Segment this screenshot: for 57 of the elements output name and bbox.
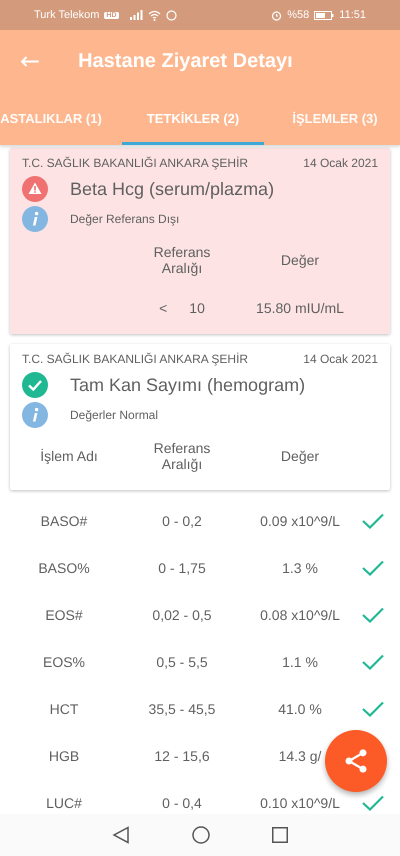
- test-name: BASO#: [40, 512, 88, 528]
- test-date: 14 Ocak 2021: [303, 156, 378, 170]
- column-header: Değer: [280, 448, 320, 464]
- check-circle-icon: [22, 372, 48, 398]
- status-note: Değerler Normal: [70, 408, 158, 422]
- result-value: 1.3 %: [282, 560, 318, 576]
- column-header: Referans Aralığı: [152, 244, 212, 276]
- result-value: 41.0 %: [278, 700, 322, 716]
- column-header: Referans Aralığı: [152, 440, 212, 472]
- result-value: 0.08 x10^9/L: [260, 606, 340, 622]
- test-name: HGB: [48, 748, 80, 764]
- share-button[interactable]: [325, 730, 387, 792]
- test-name: EOS#: [45, 606, 83, 622]
- home-nav-button[interactable]: [192, 826, 210, 844]
- info-icon: [22, 206, 48, 232]
- test-title: Beta Hcg (serum/plazma): [70, 178, 274, 200]
- reference-range: 10: [189, 300, 205, 316]
- institution-name: T.C. SAĞLIK BAKANLIĞI ANKARA ŞEHİR: [22, 352, 248, 366]
- test-title: Tam Kan Sayımı (hemogram): [70, 374, 306, 396]
- screen-title: Hastane Ziyaret Detayı: [78, 50, 293, 72]
- column-header: Değer: [280, 252, 320, 268]
- result-value: 0.10 x10^9/L: [260, 794, 340, 810]
- reference-range: 0 - 1,75: [158, 560, 206, 576]
- reference-range: 0 - 0,4: [162, 794, 202, 810]
- back-button[interactable]: ←: [20, 47, 40, 75]
- tab[interactable]: TETKİKLER (2): [122, 92, 264, 145]
- reference-range: 0,02 - 0,5: [152, 606, 212, 622]
- tab[interactable]: ASTALIKLAR (1): [0, 92, 122, 145]
- test-date: 14 Ocak 2021: [303, 352, 378, 366]
- reference-range: 12 - 15,6: [154, 748, 210, 764]
- reference-range: 0,5 - 5,5: [156, 654, 208, 670]
- result-value: 14.3 g/: [278, 748, 322, 764]
- clock: 11:51: [339, 9, 366, 21]
- recents-nav-button[interactable]: [272, 827, 288, 843]
- reference-operator: <: [159, 300, 168, 316]
- test-name: LUC#: [46, 794, 82, 810]
- column-header: İşlem Adı: [40, 448, 98, 464]
- status-note: Değer Referans Dışı: [70, 212, 180, 226]
- institution-name: T.C. SAĞLIK BAKANLIĞI ANKARA ŞEHİR: [22, 156, 248, 170]
- info-icon: [22, 402, 48, 428]
- result-value: 0.09 x10^9/L: [260, 512, 340, 528]
- signal-icon: [130, 10, 143, 20]
- reference-range: 0 - 0,2: [162, 512, 202, 528]
- result-value: 1.1 %: [282, 654, 318, 670]
- back-nav-button[interactable]: [112, 826, 130, 844]
- tab[interactable]: İŞLEMLER (3): [264, 92, 400, 145]
- carrier-name: Turk Telekom: [34, 9, 100, 21]
- warning-icon: [22, 176, 48, 202]
- test-name: BASO%: [38, 560, 90, 576]
- reference-range: 35,5 - 45,5: [148, 700, 216, 716]
- test-name: HCT: [50, 700, 78, 716]
- alarm-icon: [271, 10, 282, 20]
- battery-icon: [314, 10, 334, 20]
- wifi-icon: [148, 10, 161, 20]
- result-value: 15.80 mIU/mL: [256, 300, 344, 316]
- battery-percent: %58: [287, 9, 310, 21]
- test-name: EOS%: [42, 654, 85, 670]
